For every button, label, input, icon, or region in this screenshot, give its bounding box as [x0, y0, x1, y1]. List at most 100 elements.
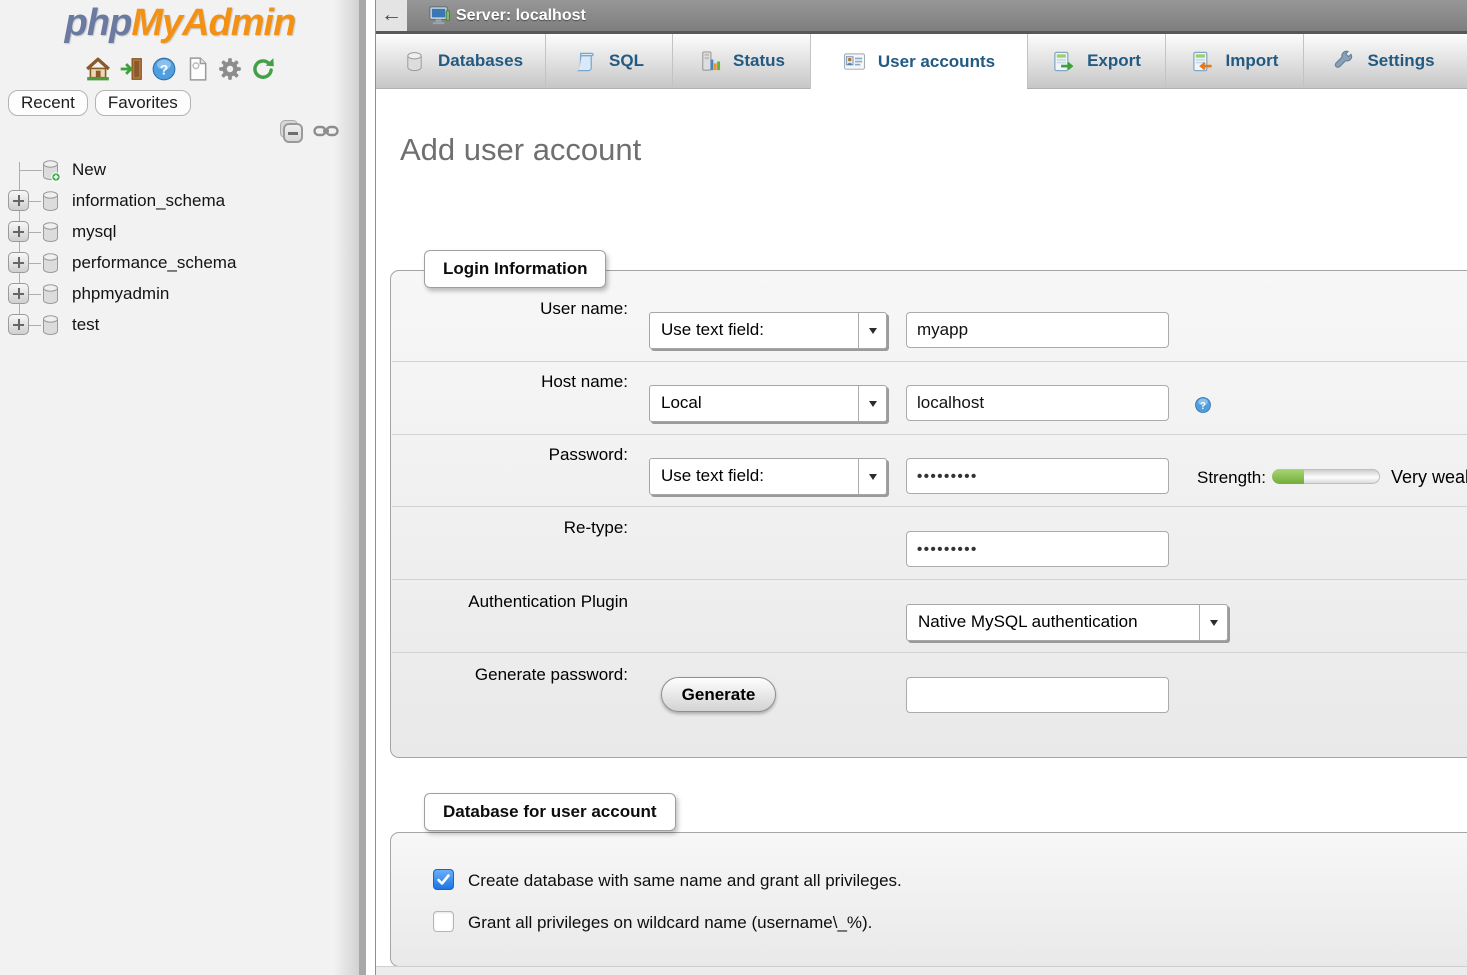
- server-icon: [428, 4, 451, 27]
- logo-myadmin: MyAdmin: [131, 2, 295, 44]
- tab-databases[interactable]: Databases: [381, 34, 545, 88]
- grant-wildcard-checkbox[interactable]: [433, 911, 454, 932]
- login-information-fieldset: Login Information User name: Use text fi…: [390, 270, 1467, 758]
- create-database-label[interactable]: Create database with same name and grant…: [468, 871, 902, 891]
- tree-label-mysql[interactable]: mysql: [72, 217, 116, 247]
- collapse-all-icon[interactable]: [283, 123, 303, 143]
- reload-navigation-icon[interactable]: [250, 56, 276, 82]
- select-value: Use text field:: [661, 459, 764, 493]
- logout-icon[interactable]: [118, 56, 144, 82]
- back-arrow-icon: ←: [381, 3, 402, 26]
- navigation-sidebar: phpMyAdmin ? Recent Favorites: [0, 0, 376, 975]
- strength-verdict: Very weak: [1391, 467, 1467, 488]
- tree-item-phpmyadmin: phpmyadmin: [0, 279, 360, 310]
- help-icon[interactable]: ?: [151, 56, 177, 82]
- tree-item-performance-schema: performance_schema: [0, 248, 360, 279]
- svg-text:?: ?: [1200, 401, 1206, 412]
- recent-button[interactable]: Recent: [8, 90, 88, 116]
- tab-label: User accounts: [878, 52, 995, 72]
- favorites-button[interactable]: Favorites: [95, 90, 191, 116]
- tab-label: Databases: [438, 51, 523, 71]
- tree-controls: [283, 123, 339, 143]
- tab-import[interactable]: Import: [1165, 34, 1303, 88]
- unlink-icon[interactable]: [313, 124, 339, 143]
- tree-label-performance-schema[interactable]: performance_schema: [72, 248, 236, 278]
- tab-sql[interactable]: SQL: [545, 34, 672, 88]
- dropdown-arrow-icon: [858, 313, 886, 348]
- horizontal-scrollbar[interactable]: [376, 966, 1467, 975]
- generate-password-label: Generate password:: [391, 665, 628, 685]
- import-tab-icon: [1191, 50, 1214, 73]
- dropdown-arrow-icon: [1199, 605, 1227, 640]
- tab-export[interactable]: Export: [1027, 34, 1165, 88]
- retype-password-input[interactable]: [906, 531, 1169, 567]
- database-icon: [40, 190, 61, 213]
- password-type-select[interactable]: Use text field:: [649, 458, 887, 495]
- password-input[interactable]: [906, 458, 1169, 494]
- sidebar-edge-gradient: [334, 0, 359, 975]
- export-tab-icon: [1052, 50, 1075, 73]
- user-name-input[interactable]: [906, 312, 1169, 348]
- database-icon: [40, 314, 61, 337]
- expand-plus-icon[interactable]: [8, 252, 29, 273]
- database-icon: [40, 221, 61, 244]
- database-for-user-fieldset: Database for user account Create databas…: [390, 832, 1467, 967]
- tree-item-new: New: [0, 155, 360, 186]
- database-icon: [40, 283, 61, 306]
- generate-button[interactable]: Generate: [661, 677, 776, 712]
- tab-settings[interactable]: Settings: [1303, 34, 1463, 88]
- password-label: Password:: [391, 445, 628, 465]
- tree-item-mysql: mysql: [0, 217, 360, 248]
- database-for-user-legend: Database for user account: [424, 793, 676, 831]
- grant-wildcard-label[interactable]: Grant all privileges on wildcard name (u…: [468, 913, 872, 933]
- svg-text:?: ?: [159, 61, 168, 77]
- create-database-checkbox[interactable]: [433, 869, 454, 890]
- strength-meter-fill: [1272, 469, 1304, 484]
- tree-label-test[interactable]: test: [72, 310, 99, 340]
- sidebar-toolbar: ?: [0, 56, 360, 82]
- retype-label: Re-type:: [391, 518, 628, 538]
- server-title: Server: localhost: [456, 0, 586, 31]
- tree-label-phpmyadmin[interactable]: phpmyadmin: [72, 279, 169, 309]
- user-name-type-select[interactable]: Use text field:: [649, 312, 887, 349]
- logo-php: php: [65, 2, 132, 44]
- expand-plus-icon[interactable]: [8, 221, 29, 242]
- tab-bar: Databases SQL Status User accounts Expor…: [376, 34, 1467, 89]
- phpmyadmin-logo[interactable]: phpMyAdmin: [0, 2, 360, 45]
- sidebar-scrollbar[interactable]: [359, 0, 366, 975]
- home-icon[interactable]: [85, 56, 111, 82]
- strength-meter: [1272, 469, 1380, 484]
- databases-tab-icon: [403, 50, 426, 73]
- documentation-icon[interactable]: [184, 56, 210, 82]
- select-value: Local: [661, 386, 702, 420]
- generated-password-input[interactable]: [906, 677, 1169, 713]
- host-name-type-select[interactable]: Local: [649, 385, 887, 422]
- tab-user-accounts[interactable]: User accounts: [810, 34, 1027, 89]
- quick-access-buttons: Recent Favorites: [8, 90, 191, 116]
- phpmyadmin-screen: phpMyAdmin ? Recent Favorites: [0, 0, 1467, 975]
- tab-label: Status: [733, 51, 785, 71]
- expand-plus-icon[interactable]: [8, 190, 29, 211]
- login-information-legend: Login Information: [424, 250, 606, 288]
- tab-label: Settings: [1367, 51, 1434, 71]
- tree-item-test: test: [0, 310, 360, 341]
- tree-label-information-schema[interactable]: information_schema: [72, 186, 225, 216]
- tree-label-new[interactable]: New: [72, 155, 106, 185]
- strength-label: Strength:: [1151, 468, 1266, 488]
- host-name-input[interactable]: [906, 385, 1169, 421]
- back-arrow-button[interactable]: ←: [376, 0, 407, 31]
- tab-label: SQL: [609, 51, 644, 71]
- expand-plus-icon[interactable]: [8, 314, 29, 335]
- select-value: Native MySQL authentication: [918, 605, 1138, 639]
- sql-tab-icon: [574, 50, 597, 73]
- select-value: Use text field:: [661, 313, 764, 347]
- gear-icon[interactable]: [217, 56, 243, 82]
- tab-status[interactable]: Status: [672, 34, 810, 88]
- database-icon: [40, 252, 61, 275]
- auth-plugin-select[interactable]: Native MySQL authentication: [906, 604, 1228, 641]
- host-help-icon[interactable]: ?: [1194, 396, 1212, 414]
- new-database-icon: [40, 159, 61, 182]
- user-accounts-tab-icon: [843, 50, 866, 73]
- expand-plus-icon[interactable]: [8, 283, 29, 304]
- settings-tab-icon: [1332, 50, 1355, 73]
